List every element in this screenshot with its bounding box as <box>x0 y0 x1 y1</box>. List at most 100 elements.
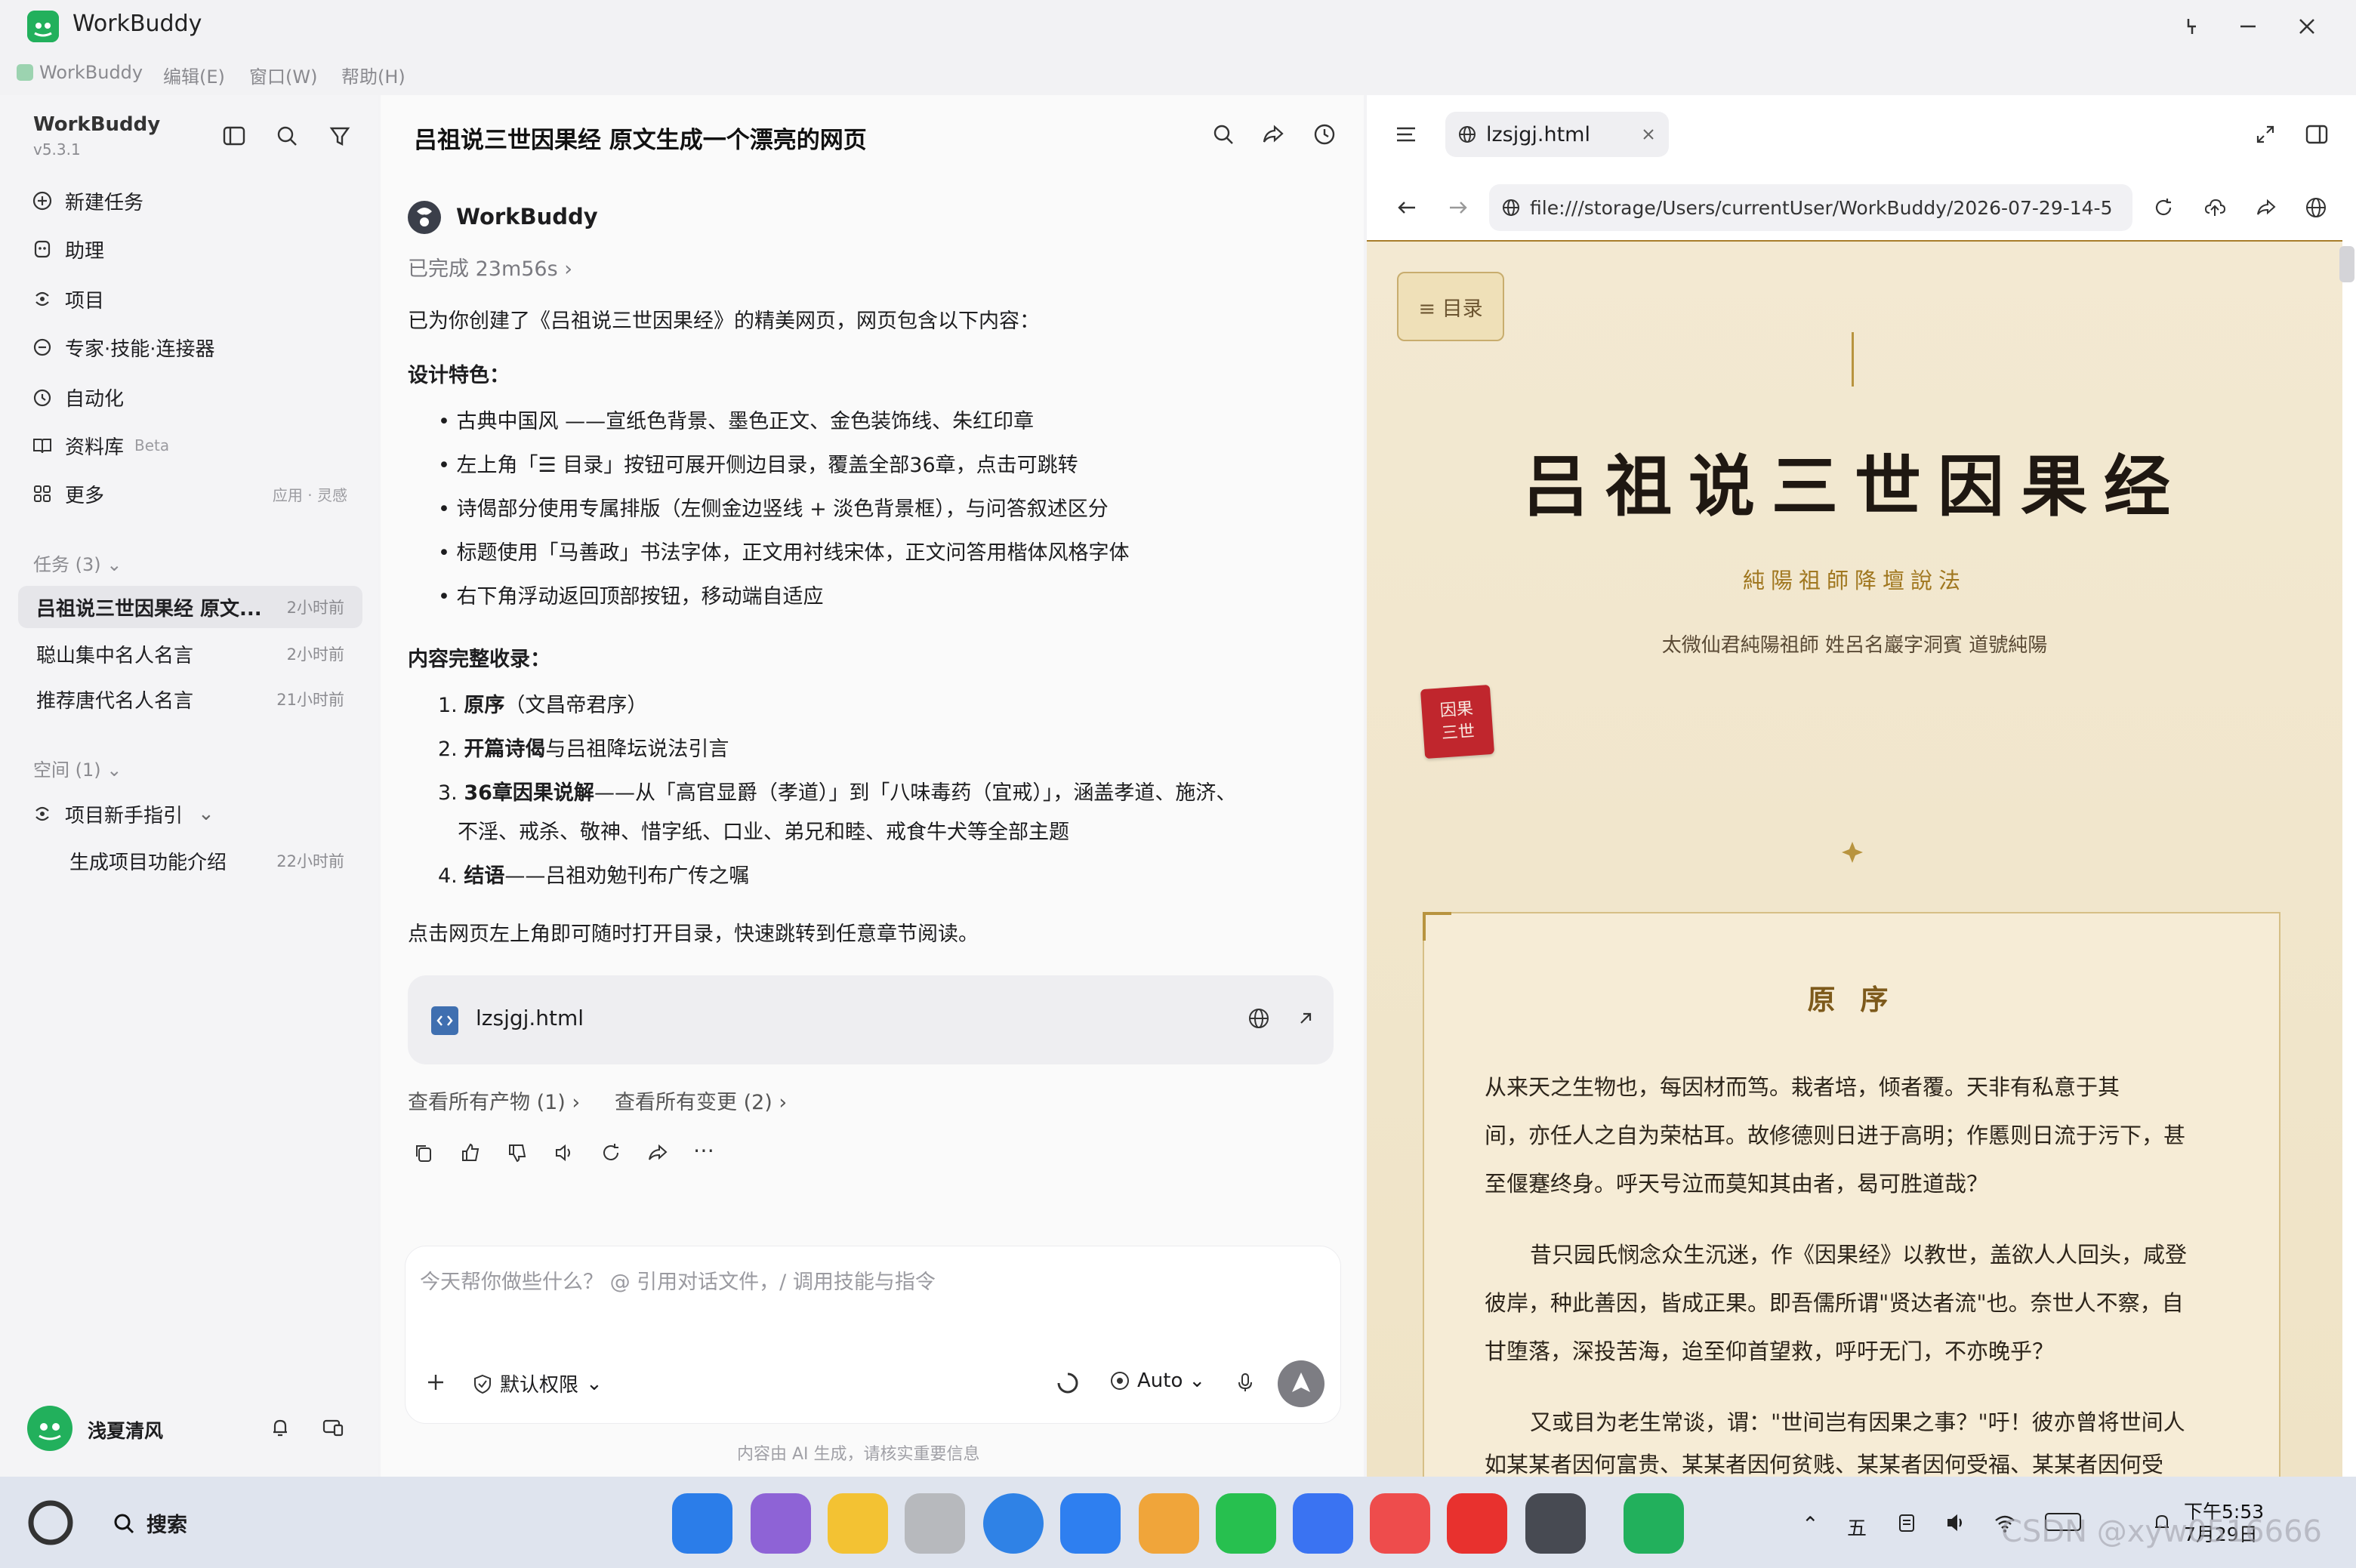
share-icon[interactable] <box>646 1141 669 1164</box>
search-icon[interactable] <box>1211 122 1235 146</box>
beta-badge: Beta <box>134 436 170 454</box>
trash-icon[interactable] <box>905 1493 965 1554</box>
menu-help[interactable]: 帮助(H) <box>341 62 406 88</box>
history-icon[interactable] <box>1312 122 1337 146</box>
menu-edit[interactable]: 编辑(E) <box>163 62 225 88</box>
toggle-sidebar-icon[interactable] <box>222 124 246 148</box>
browser-icon[interactable] <box>983 1493 1044 1554</box>
restore-window-icon[interactable] <box>2173 8 2211 45</box>
content-item: 3. 36章因果说解——从「高官显爵（孝道）」到「八味毒药（宜戒）」，涵盖孝道、… <box>438 781 1237 805</box>
globe-icon[interactable] <box>2305 196 2327 219</box>
watermark: CSDN @xyw0516666 <box>2001 1514 2322 1549</box>
url-text: file:///storage/Users/currentUser/WorkBu… <box>1530 196 2113 219</box>
design-heading: 设计特色： <box>408 364 510 387</box>
menu-workbuddy[interactable]: WorkBuddy <box>17 62 143 83</box>
sidebar-item-library[interactable]: 资料库 Beta <box>30 424 169 467</box>
user-avatar[interactable] <box>27 1406 72 1451</box>
device-switch-icon[interactable] <box>322 1416 344 1439</box>
share-icon[interactable] <box>1261 122 1285 146</box>
music-icon[interactable] <box>1293 1493 1353 1554</box>
chevron-down-icon: ⌄ <box>586 1372 603 1395</box>
sidebar-item-new-task[interactable]: 新建任务 <box>30 180 143 222</box>
task-item-active[interactable]: 吕祖说三世因果经 原文... 2小时前 <box>18 586 362 628</box>
panel-toggle-icon[interactable] <box>2305 122 2329 146</box>
copy-icon[interactable] <box>412 1141 435 1164</box>
back-arrow-icon[interactable] <box>1395 196 1418 219</box>
view-changes-link[interactable]: 查看所有变更 (2) › <box>615 1086 787 1115</box>
permission-selector[interactable]: 默认权限 ⌄ <box>471 1369 603 1397</box>
globe-icon <box>1501 198 1521 217</box>
space-child-item[interactable]: 生成项目功能介绍 22小时前 <box>51 839 362 882</box>
microphone-icon[interactable] <box>1234 1371 1257 1394</box>
spaces-section-header[interactable]: 空间 (1) ⌄ <box>33 755 122 781</box>
share-icon[interactable] <box>2255 196 2277 219</box>
tasks-section-header[interactable]: 任务 (3) ⌄ <box>33 550 122 576</box>
completion-status[interactable]: 已完成 23m56s › <box>408 252 572 282</box>
send-button[interactable] <box>1278 1360 1324 1407</box>
address-bar[interactable]: file:///storage/Users/currentUser/WorkBu… <box>1489 184 2132 231</box>
thumbs-up-icon[interactable] <box>459 1141 482 1164</box>
files-icon[interactable] <box>828 1493 888 1554</box>
app-launcher-icon[interactable] <box>672 1493 732 1554</box>
start-button[interactable] <box>27 1499 74 1546</box>
reload-icon[interactable] <box>2152 196 2175 219</box>
model-icon <box>1109 1369 1131 1392</box>
more-icon[interactable]: ⋯ <box>693 1140 714 1164</box>
open-external-icon[interactable] <box>1294 1007 1317 1030</box>
globe-icon[interactable] <box>1247 1007 1270 1030</box>
doc-author: 太微仙君純陽祖師 姓呂名巖字洞賓 道號純陽 <box>1661 634 2048 657</box>
file-tab[interactable]: lzsjgj.html <box>1445 112 1669 157</box>
menu-window[interactable]: 窗口(W) <box>249 62 317 88</box>
chevron-down-icon: ⌄ <box>198 802 214 825</box>
expand-icon[interactable] <box>2253 122 2277 146</box>
volume-icon[interactable] <box>1945 1511 1968 1534</box>
multitask-icon[interactable] <box>751 1493 811 1554</box>
add-attachment-icon[interactable] <box>424 1371 447 1394</box>
ime-indicator[interactable]: 五 <box>1847 1513 1867 1541</box>
task-item[interactable]: 聪山集中名人名言 2小时前 <box>18 633 362 675</box>
regenerate-icon[interactable] <box>600 1141 622 1164</box>
taskbar-search[interactable]: 搜索 <box>112 1508 187 1538</box>
search-icon <box>112 1511 136 1536</box>
workbuddy-taskbar-icon[interactable] <box>1624 1493 1684 1554</box>
clipboard-icon[interactable] <box>1895 1511 1918 1534</box>
sidebar-item-automation[interactable]: 自动化 <box>30 376 124 418</box>
forward-arrow-icon[interactable] <box>1447 196 1469 219</box>
content-item-continued: 不淫、戒杀、敬神、惜字纸、口业、弟兄和睦、戒食牛犬等全部主题 <box>458 821 1069 844</box>
messages-icon[interactable] <box>1216 1493 1276 1554</box>
composer-input[interactable]: 今天帮你做些什么？ @ 引用对话文件，/ 调用技能与指令 <box>420 1265 936 1295</box>
sidebar-item-project[interactable]: 项目 <box>30 278 104 320</box>
scrollbar-thumb[interactable] <box>2339 246 2354 282</box>
app-gallery-icon[interactable] <box>1447 1493 1507 1554</box>
menu-icon[interactable] <box>1394 122 1418 146</box>
sidebar-app-name: WorkBuddy <box>33 113 161 136</box>
grid-icon <box>30 482 54 506</box>
tray-chevron-up-icon[interactable]: ⌃ <box>1802 1513 1819 1536</box>
filter-icon[interactable] <box>328 124 352 148</box>
bell-icon[interactable] <box>269 1416 291 1439</box>
preface-line: 昔只园氏悯念众生沉迷，作《因果经》以教世，盖欲人人回头，咸登 <box>1530 1242 2188 1268</box>
model-selector[interactable]: Auto ⌄ <box>1109 1369 1205 1392</box>
settings-icon[interactable] <box>1525 1493 1586 1554</box>
close-window-icon[interactable] <box>2288 8 2326 45</box>
speaker-icon[interactable] <box>553 1141 575 1164</box>
toc-button[interactable]: ≡ 目录 <box>1397 272 1504 341</box>
gallery-icon[interactable] <box>1139 1493 1199 1554</box>
content-item: 2. 开篇诗偈与吕祖降坛说法引言 <box>438 738 729 761</box>
task-item[interactable]: 推荐唐代名人名言 21小时前 <box>18 678 362 720</box>
view-artifacts-link[interactable]: 查看所有产物 (1) › <box>408 1086 580 1115</box>
sidebar-item-experts[interactable]: 专家·技能·连接器 <box>30 326 215 368</box>
thumbs-down-icon[interactable] <box>506 1141 529 1164</box>
mail-icon[interactable] <box>1060 1493 1121 1554</box>
sidebar-item-assistant[interactable]: 助理 <box>30 228 104 270</box>
minimize-window-icon[interactable] <box>2229 8 2267 45</box>
chevron-down-icon: ⌄ <box>106 554 122 575</box>
space-item[interactable]: 项目新手指引 ⌄ <box>30 793 214 835</box>
close-tab-icon[interactable] <box>1640 126 1657 143</box>
ai-disclaimer: 内容由 AI 生成，请核实重要信息 <box>737 1445 980 1464</box>
sidebar-item-more[interactable]: 更多 应用 · 灵感 <box>30 473 347 515</box>
loading-spinner-icon <box>1056 1371 1080 1395</box>
search-icon[interactable] <box>275 124 299 148</box>
books-icon[interactable] <box>1370 1493 1430 1554</box>
upload-cloud-icon[interactable] <box>2203 196 2226 219</box>
